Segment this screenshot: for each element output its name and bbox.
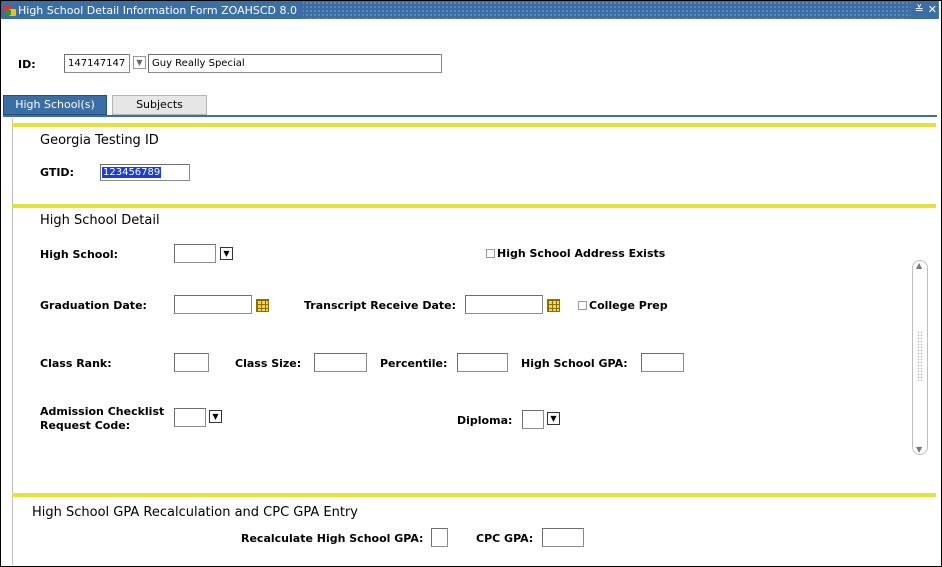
college-prep-checkbox[interactable] bbox=[578, 301, 587, 310]
name-input[interactable]: Guy Really Special bbox=[148, 54, 442, 73]
georgia-section-title: Georgia Testing ID bbox=[40, 133, 159, 148]
class-rank-input[interactable] bbox=[174, 353, 209, 372]
minimize-icon[interactable]: ≚ bbox=[915, 1, 924, 19]
gtid-label: GTID: bbox=[40, 166, 74, 179]
section-divider bbox=[12, 493, 936, 497]
percentile-label: Percentile: bbox=[380, 357, 448, 370]
transcript-date-label: Transcript Receive Date: bbox=[304, 299, 457, 312]
college-prep-label: College Prep bbox=[589, 299, 668, 312]
admission-dropdown-icon[interactable]: ▼ bbox=[209, 410, 222, 423]
high-school-gpa-label: High School GPA: bbox=[521, 357, 628, 370]
diploma-input[interactable] bbox=[522, 410, 544, 429]
transcript-date-input[interactable] bbox=[465, 295, 543, 314]
recalc-gpa-label: Recalculate High School GPA: bbox=[241, 532, 424, 545]
diploma-dropdown-icon[interactable]: ▼ bbox=[547, 412, 560, 425]
form-window bbox=[0, 0, 942, 567]
admission-checklist-label: Admission Checklist bbox=[40, 405, 165, 418]
window-controls: ≚ ✕ bbox=[910, 1, 937, 19]
high-school-label: High School: bbox=[40, 248, 119, 261]
high-school-dropdown-icon[interactable]: ▼ bbox=[220, 247, 233, 260]
cpc-gpa-label: CPC GPA: bbox=[476, 532, 534, 545]
window-title: High School Detail Information Form ZOAH… bbox=[18, 3, 297, 17]
recalc-gpa-input[interactable] bbox=[431, 528, 448, 547]
class-size-input[interactable] bbox=[314, 353, 367, 372]
panel-border bbox=[12, 118, 13, 565]
app-icon bbox=[4, 4, 17, 17]
scroll-down-icon[interactable]: ▼ bbox=[916, 445, 922, 454]
id-label: ID: bbox=[18, 58, 36, 71]
request-code-label: Request Code: bbox=[40, 419, 131, 432]
scroll-thumb[interactable] bbox=[917, 331, 923, 381]
cpc-gpa-input[interactable] bbox=[542, 528, 584, 547]
high-school-input[interactable] bbox=[174, 244, 216, 263]
tab-subjects[interactable]: Subjects bbox=[112, 95, 207, 115]
scrollbar[interactable]: ▲ ▼ bbox=[912, 260, 928, 455]
tab-high-schools[interactable]: High School(s) bbox=[3, 95, 107, 115]
gtid-input[interactable]: 123456789 bbox=[100, 164, 190, 181]
percentile-input[interactable] bbox=[457, 353, 508, 372]
scroll-up-icon[interactable]: ▲ bbox=[916, 261, 922, 270]
address-exists-label: High School Address Exists bbox=[497, 247, 666, 260]
id-lookup-button[interactable]: ▼ bbox=[133, 56, 146, 69]
section-divider bbox=[12, 204, 936, 208]
tab-underline bbox=[3, 115, 937, 117]
gtid-value: 123456789 bbox=[102, 167, 162, 178]
graduation-date-label: Graduation Date: bbox=[40, 299, 147, 312]
class-rank-label: Class Rank: bbox=[40, 357, 112, 370]
id-input[interactable]: 147147147 bbox=[64, 54, 130, 73]
high-school-gpa-input[interactable] bbox=[641, 353, 684, 372]
admission-request-code-input[interactable] bbox=[174, 408, 206, 427]
title-bar: High School Detail Information Form ZOAH… bbox=[1, 1, 939, 19]
address-exists-checkbox bbox=[486, 249, 495, 258]
calendar-icon[interactable] bbox=[256, 299, 269, 312]
close-icon[interactable]: ✕ bbox=[928, 1, 937, 19]
diploma-label: Diploma: bbox=[457, 414, 513, 427]
calendar-icon[interactable] bbox=[547, 299, 560, 312]
section-divider bbox=[12, 123, 936, 127]
graduation-date-input[interactable] bbox=[174, 295, 252, 314]
recalc-section-title: High School GPA Recalculation and CPC GP… bbox=[32, 505, 358, 520]
class-size-label: Class Size: bbox=[235, 357, 302, 370]
title-area: High School Detail Information Form ZOAH… bbox=[1, 1, 303, 19]
detail-section-title: High School Detail bbox=[40, 213, 160, 228]
